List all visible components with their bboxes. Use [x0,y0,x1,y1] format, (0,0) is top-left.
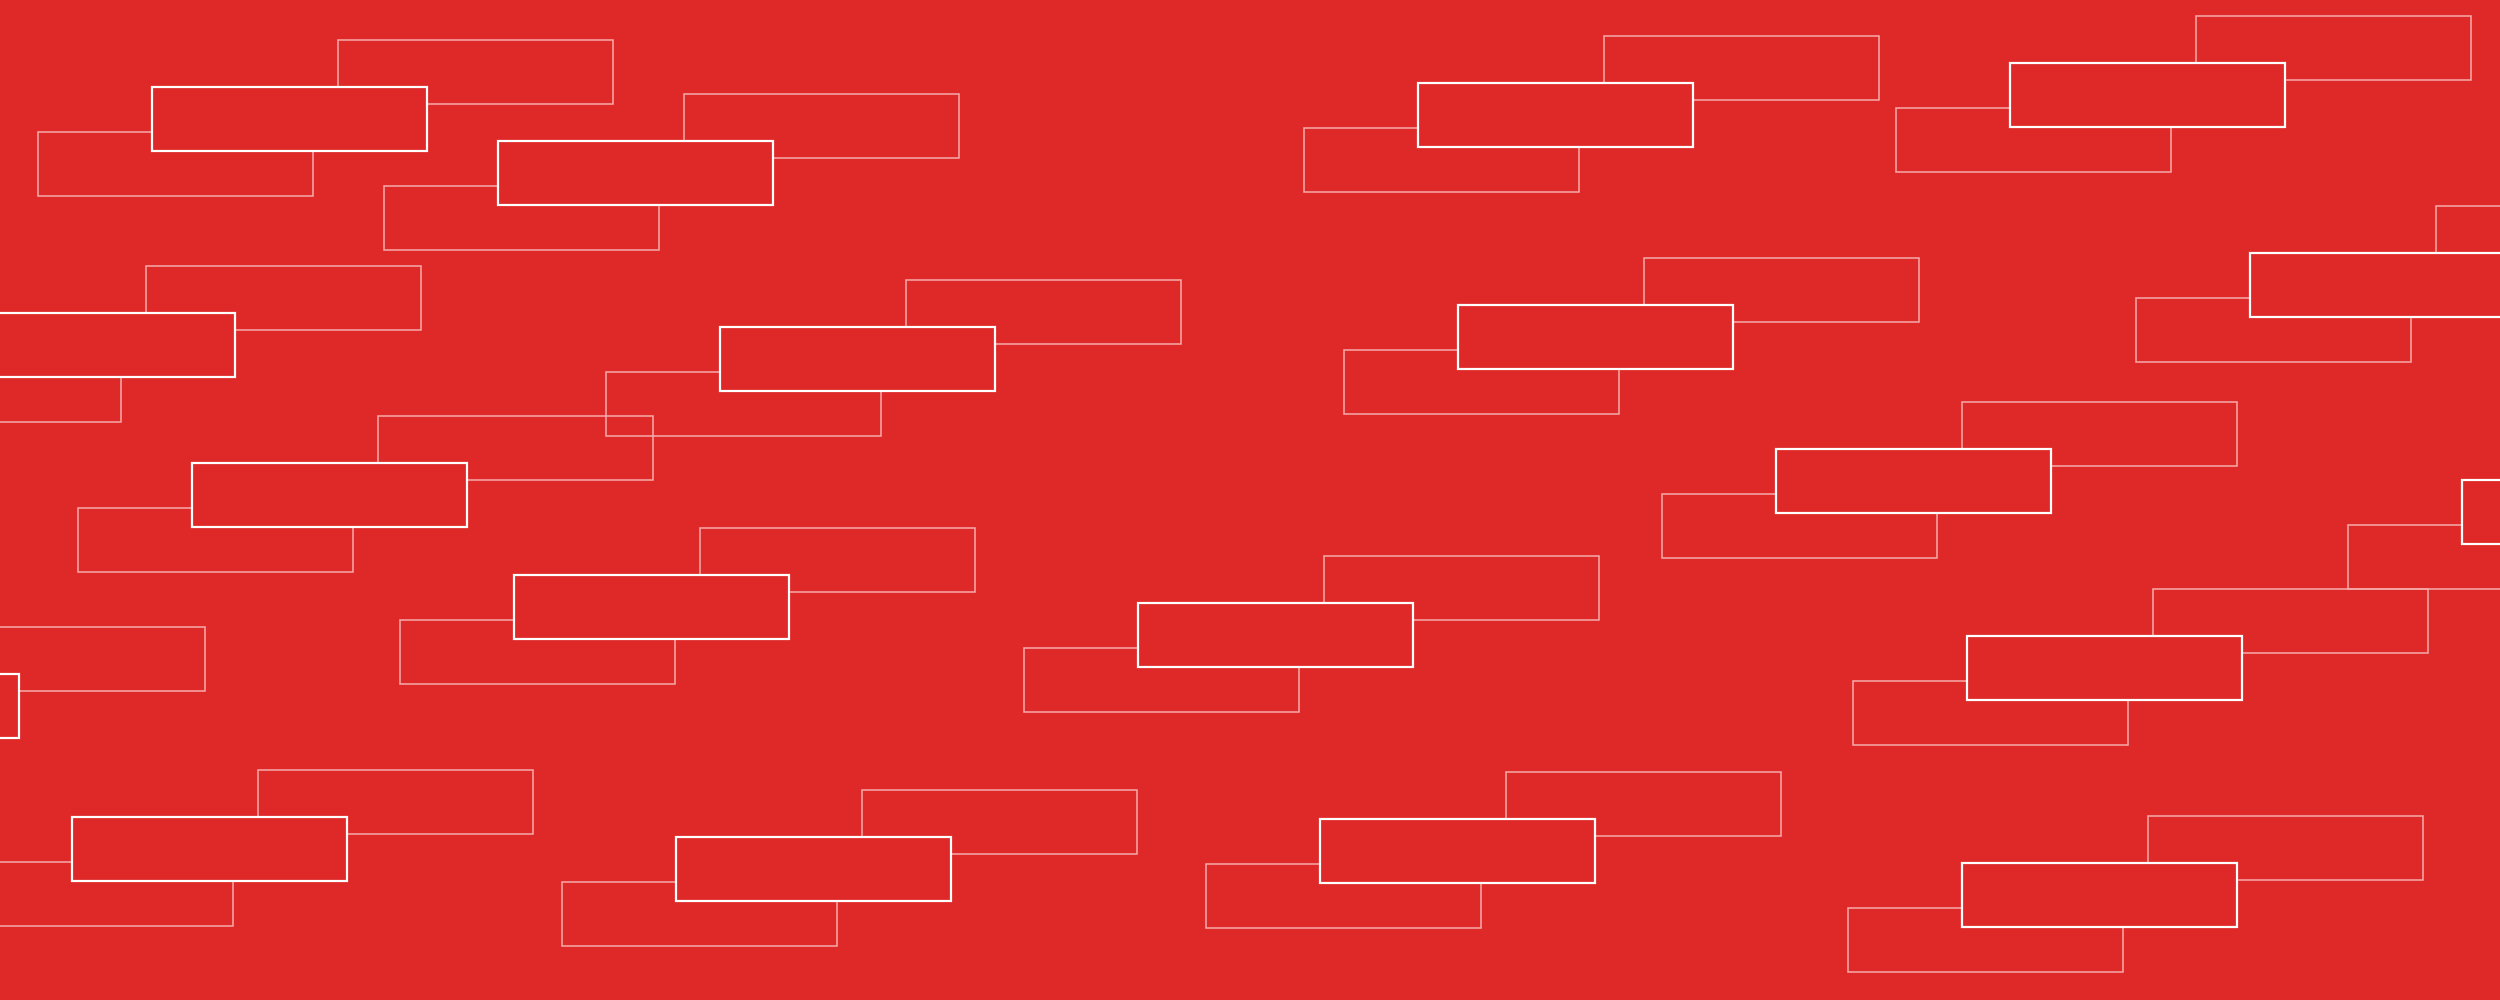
front-rectangle-fill [676,837,951,901]
front-rectangle-fill [498,141,773,205]
front-rectangle-fill [0,674,19,738]
front-rectangle-fill [152,87,427,151]
front-rectangle-fill [2462,480,2500,544]
front-rectangle-fill [72,817,347,881]
red-background-pattern [0,0,2500,1000]
front-rectangle-fill [1458,305,1733,369]
front-rectangle-fill [2250,253,2500,317]
front-rectangle-fill [1962,863,2237,927]
front-rectangle-fill [514,575,789,639]
front-rectangle-fill [1776,449,2051,513]
front-rectangle-fill [1138,603,1413,667]
front-rectangle-fill [1320,819,1595,883]
front-rectangle-fill [720,327,995,391]
front-rectangle-fill [2010,63,2285,127]
front-rectangle-fill [1967,636,2242,700]
front-rectangle-fill [192,463,467,527]
outlined-rectangle-pattern [0,0,2500,1000]
front-rectangle-fill [1418,83,1693,147]
front-rectangle-fill [0,313,235,377]
